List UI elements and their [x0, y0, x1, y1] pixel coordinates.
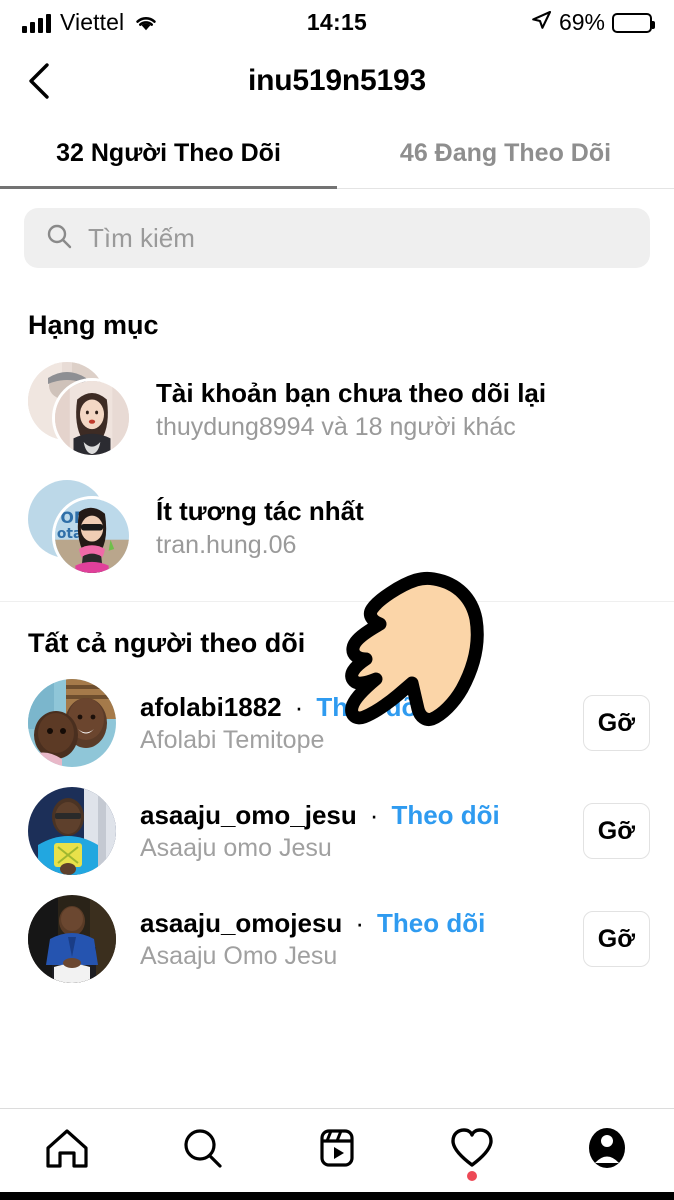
remove-button[interactable]: Gỡ	[582, 695, 650, 751]
follower-primary-line: asaaju_omo_jesu · Theo dõi	[140, 800, 559, 831]
followers-list: afolabi1882 · Theo dõi Afolabi Temitope …	[0, 669, 674, 993]
follower-fullname: Afolabi Temitope	[140, 725, 325, 754]
search-section: Tìm kiếm	[0, 189, 674, 284]
followers-following-tabs: 32 Người Theo Dõi 46 Đang Theo Dõi	[0, 117, 674, 189]
tab-following[interactable]: 46 Đang Theo Dõi	[337, 117, 674, 189]
category-text: Tài khoản bạn chưa theo dõi lại thuydung…	[156, 378, 546, 442]
location-arrow-icon	[530, 9, 552, 36]
follow-button[interactable]: Theo dõi	[377, 908, 485, 939]
stacked-avatars: OM ota	[28, 480, 132, 576]
remove-button[interactable]: Gỡ	[582, 803, 650, 859]
search-icon	[46, 223, 72, 254]
status-bar-right: 69%	[530, 9, 655, 36]
follower-text: asaaju_omo_jesu · Theo dõi Asaaju omo Je…	[140, 800, 559, 863]
profile-avatar-icon	[584, 1126, 630, 1175]
all-followers-heading: Tất cả người theo dõi	[28, 628, 306, 658]
follower-username[interactable]: asaaju_omojesu	[140, 908, 342, 939]
follower-text: asaaju_omojesu · Theo dõi Asaaju Omo Jes…	[140, 908, 559, 971]
follower-primary-line: afolabi1882 · Theo dõi	[140, 692, 559, 723]
separator-dot: ·	[355, 908, 364, 938]
page-title: inu519n5193	[248, 64, 426, 97]
activity-badge-dot	[466, 1171, 477, 1181]
nav-search[interactable]	[135, 1109, 270, 1192]
bottom-navigation-bar	[0, 1108, 674, 1192]
instagram-followers-screen: Viettel 14:15 69% inu519n5193 32 Người T…	[0, 0, 674, 1200]
follow-button[interactable]: Theo dõi	[391, 800, 499, 831]
table-row[interactable]: afolabi1882 · Theo dõi Afolabi Temitope …	[0, 669, 674, 777]
follower-fullname: Asaaju Omo Jesu	[140, 941, 338, 970]
follow-button[interactable]: Theo dõi	[316, 692, 424, 723]
heart-activity-icon	[448, 1126, 496, 1175]
categories-heading: Hạng mục	[28, 310, 159, 340]
follower-text: afolabi1882 · Theo dõi Afolabi Temitope	[140, 692, 559, 755]
remove-button[interactable]: Gỡ	[582, 911, 650, 967]
navigation-bar: inu519n5193	[0, 45, 674, 117]
avatar[interactable]	[28, 895, 116, 983]
search-placeholder: Tìm kiếm	[88, 222, 195, 253]
category-title: Ít tương tác nhất	[156, 496, 364, 526]
search-input[interactable]: Tìm kiếm	[24, 208, 650, 268]
avatar[interactable]	[28, 787, 116, 875]
category-row-least-interacted[interactable]: OM ota Ít tương tác nhất tran.hung.06	[0, 469, 674, 587]
home-icon	[44, 1126, 90, 1175]
all-followers-section: Tất cả người theo dõi afolabi1882 · Theo…	[0, 602, 674, 993]
category-title: Tài khoản bạn chưa theo dõi lại	[156, 378, 547, 408]
category-subtitle: tran.hung.06	[156, 531, 297, 559]
battery-icon	[612, 12, 655, 33]
table-row[interactable]: asaaju_omojesu · Theo dõi Asaaju Omo Jes…	[0, 885, 674, 993]
nav-activity[interactable]	[404, 1109, 539, 1192]
avatar[interactable]	[28, 679, 116, 767]
avatar-front: OM ota	[52, 496, 132, 576]
category-text: Ít tương tác nhất tran.hung.06	[156, 496, 364, 560]
nav-profile[interactable]	[539, 1109, 674, 1192]
follower-fullname: Asaaju omo Jesu	[140, 833, 332, 862]
category-row-not-following-back[interactable]: Tài khoản bạn chưa theo dõi lại thuydung…	[0, 351, 674, 469]
active-tab-indicator	[0, 186, 337, 189]
categories-section: Hạng mục Tài khoản bạn chưa theo dõi lại…	[0, 284, 674, 587]
search-icon	[179, 1126, 225, 1175]
home-indicator-bar	[0, 1192, 674, 1200]
separator-dot: ·	[294, 692, 304, 722]
separator-dot: ·	[369, 800, 379, 830]
table-row[interactable]: asaaju_omo_jesu · Theo dõi Asaaju omo Je…	[0, 777, 674, 885]
tab-followers[interactable]: 32 Người Theo Dõi	[0, 117, 337, 189]
reels-icon	[314, 1126, 360, 1175]
status-bar: Viettel 14:15 69%	[0, 0, 674, 45]
follower-username[interactable]: afolabi1882	[140, 692, 282, 723]
battery-percent-label: 69%	[558, 9, 605, 35]
nav-reels[interactable]	[270, 1109, 405, 1192]
avatar-front	[52, 378, 132, 458]
category-subtitle: thuydung8994 và 18 người khác	[156, 413, 516, 441]
nav-home[interactable]	[0, 1109, 135, 1192]
stacked-avatars	[28, 362, 132, 458]
follower-primary-line: asaaju_omojesu · Theo dõi	[140, 908, 559, 939]
follower-username[interactable]: asaaju_omo_jesu	[140, 800, 357, 831]
